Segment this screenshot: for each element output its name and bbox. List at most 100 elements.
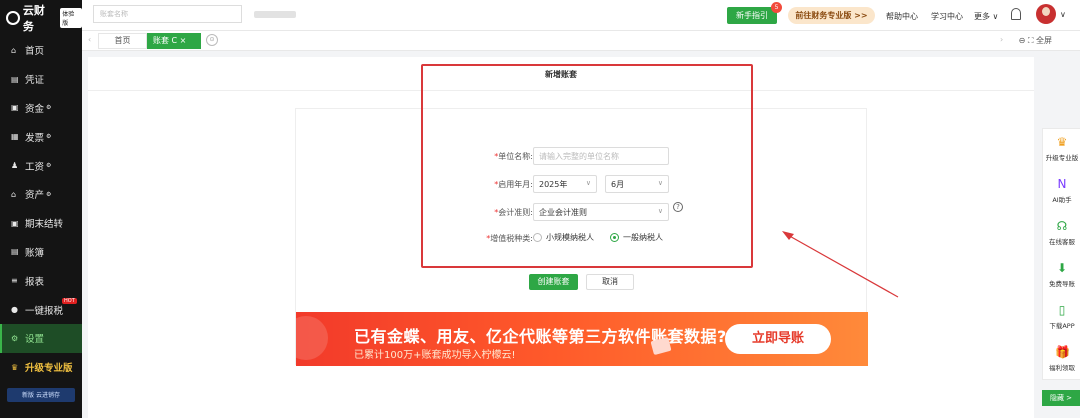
sidebar-item-10[interactable]: ⚙ 设置 [0, 323, 82, 353]
float-item-2[interactable]: ☊ 在线客服 [1043, 219, 1080, 246]
import-now-button[interactable]: 立即导账 [725, 324, 831, 354]
period-close-icon: ▣ [11, 218, 19, 228]
crown-icon: ♛ [11, 362, 19, 372]
new-account-card: *单位名称: 请输入完整的单位名称 *启用年月: 2025年 ∨ 6月 ∨ *会计准… [295, 108, 868, 366]
float-item-5[interactable]: 🎁 福利领取 [1043, 345, 1080, 372]
sidebar-item-4[interactable]: ♟ 工资 ⚙ [0, 151, 82, 180]
tab-bar: ‹ 首页 账套 C × ⊙ › ⊖ ⛶ 全屏 [82, 31, 1080, 51]
blurred-info [254, 11, 296, 18]
title-divider [88, 90, 1034, 91]
invoice-icon: ▦ [11, 132, 19, 142]
sidebar-item-label: 资金 [25, 103, 45, 115]
start-month-label: *启用年月: [494, 180, 533, 189]
tab-home[interactable]: 首页 [98, 33, 147, 49]
logo-icon [6, 11, 20, 25]
one-click-tax-icon: ● [11, 305, 18, 315]
headset-icon: ☊ [1056, 219, 1068, 233]
vat-small-radio[interactable]: 小规模纳税人 [533, 232, 594, 243]
sidebar-item-label: 一键报税 [25, 305, 64, 317]
unit-name-label: *单位名称: [494, 152, 533, 161]
logo-text: 云财务 [22, 4, 45, 33]
help-icon[interactable]: ? [673, 202, 683, 212]
float-item-label: 免费导账 [1049, 280, 1075, 288]
guide-label: 新手指引 [736, 11, 768, 20]
hot-badge: HOT [62, 298, 77, 305]
gear-icon: ⚙ [46, 162, 52, 170]
guide-badge: 5 [771, 2, 782, 13]
vat-type-label: *增值税种类: [486, 234, 533, 243]
fund-icon: ▣ [11, 103, 19, 113]
report-icon: ≡ [11, 276, 18, 286]
help-center-link[interactable]: 帮助中心 [886, 11, 918, 22]
accounting-standard-select[interactable]: 企业会计准则 ∨ [533, 203, 669, 221]
banner-decoration [296, 316, 328, 360]
sidebar-item-label: 首页 [25, 46, 45, 58]
sidebar-item-7[interactable]: ▤ 账簿 [0, 238, 82, 267]
avatar[interactable] [1036, 4, 1056, 24]
float-item-label: 福利领取 [1049, 364, 1075, 372]
sidebar-item-5[interactable]: ⌂ 资产 ⚙ [0, 180, 82, 209]
hide-panel-button[interactable]: 隐藏 > [1042, 390, 1080, 406]
learning-center-link[interactable]: 学习中心 [931, 11, 963, 22]
fullscreen-button[interactable]: ⊖ ⛶ 全屏 [1019, 35, 1052, 46]
create-account-button[interactable]: 创建账套 [529, 274, 578, 290]
sidebar-item-3[interactable]: ▦ 发票 ⚙ [0, 122, 82, 151]
float-item-0[interactable]: ♛ 升级专业版 [1043, 135, 1080, 162]
sidebar-item-label: 设置 [25, 334, 45, 346]
chevron-down-icon[interactable]: ∨ [1060, 10, 1066, 19]
sidebar-item-1[interactable]: ▤ 凭证 [0, 65, 82, 94]
sidebar-item-label: 报表 [25, 276, 45, 288]
sidebar-item-8[interactable]: ≡ 报表 [0, 266, 82, 295]
sidebar-item-label: 发票 [25, 132, 45, 144]
banner-headline: 已有金蝶、用友、亿企代账等第三方软件账套数据? [354, 327, 727, 346]
page-title: 新增账套 [545, 70, 577, 79]
float-item-label: AI助手 [1052, 196, 1072, 204]
import-banner[interactable]: 已有金蝶、用友、亿企代账等第三方软件账套数据? 已累计100万+账套成功导入柠檬… [296, 312, 868, 366]
account-selector[interactable]: 账套名称 [93, 5, 242, 23]
float-item-label: 下载APP [1049, 322, 1075, 330]
go-pro-button[interactable]: 前往财务专业版 >> [788, 7, 875, 24]
right-float-panel: ♛ 升级专业版 N AI助手 ☊ 在线客服 ⬇ 免费导账 ▯ 下载APP 🎁 福利领取 [1042, 128, 1080, 380]
sidebar-item-2[interactable]: ▣ 资金 ⚙ [0, 94, 82, 123]
tab-scroll-left-icon[interactable]: ‹ [88, 35, 91, 44]
settings-icon: ⚙ [11, 333, 19, 343]
edition-badge: 体验版 [60, 8, 82, 28]
gift-icon: 🎁 [1055, 345, 1070, 359]
salary-icon: ♟ [11, 161, 19, 171]
accounting-standard-label: *会计准则: [494, 208, 533, 217]
app-logo[interactable]: 云财务 体验版 [0, 0, 82, 36]
sidebar-item-0[interactable]: ⌂ 首页 [0, 36, 82, 65]
tab-menu-icon[interactable]: ⊙ [206, 34, 218, 46]
more-menu[interactable]: 更多 ∨ [974, 11, 998, 22]
crown-icon: ♛ [1056, 135, 1068, 149]
sidebar-item-label: 凭证 [25, 75, 45, 87]
float-item-3[interactable]: ⬇ 免费导账 [1043, 261, 1080, 288]
float-item-label: 升级专业版 [1045, 154, 1079, 162]
sidebar-item-label: 升级专业版 [25, 363, 73, 375]
fullscreen-label: 全屏 [1036, 36, 1052, 45]
download-icon: ⬇ [1056, 261, 1068, 275]
ai-assistant-icon: N [1057, 177, 1067, 191]
cancel-button[interactable]: 取消 [586, 274, 634, 290]
float-item-1[interactable]: N AI助手 [1043, 177, 1080, 204]
vat-general-radio[interactable]: 一般纳税人 [610, 232, 663, 243]
beginner-guide-button[interactable]: 新手指引 5 [727, 2, 782, 24]
sidebar-item-label: 工资 [25, 161, 45, 173]
document-icon [650, 336, 672, 356]
sidebar-item-label: 资产 [25, 190, 45, 202]
promo-banner[interactable]: 新版 云进销存 [7, 387, 75, 402]
unit-name-input[interactable]: 请输入完整的单位名称 [533, 147, 669, 165]
ledger-icon: ▤ [11, 247, 19, 257]
gear-icon: ⚙ [46, 133, 52, 141]
float-item-4[interactable]: ▯ 下载APP [1043, 303, 1080, 330]
tab-account-set[interactable]: 账套 C × [147, 33, 201, 49]
month-select[interactable]: 6月 ∨ [605, 175, 669, 193]
sidebar-item-6[interactable]: ▣ 期末结转 [0, 209, 82, 238]
tab-scroll-right-icon[interactable]: › [1000, 35, 1003, 44]
bell-icon[interactable] [1011, 8, 1021, 20]
main-content: 新增账套 *单位名称: 请输入完整的单位名称 *启用年月: 2025年 ∨ 6月 ∨… [88, 57, 1034, 418]
sidebar-item-11[interactable]: ♛ 升级专业版 [0, 353, 82, 382]
year-select[interactable]: 2025年 ∨ [533, 175, 597, 193]
sidebar: 云财务 体验版 ⌂ 首页 ▤ 凭证 ▣ 资金 ⚙ ▦ 发票 ⚙ ♟ 工资 ⚙ ⌂ 资产 ⚙ ▣ 期末结转 ▤ 账簿 ≡ 报… [0, 0, 82, 418]
sidebar-item-9[interactable]: ● 一键报税 HOT [0, 295, 82, 324]
